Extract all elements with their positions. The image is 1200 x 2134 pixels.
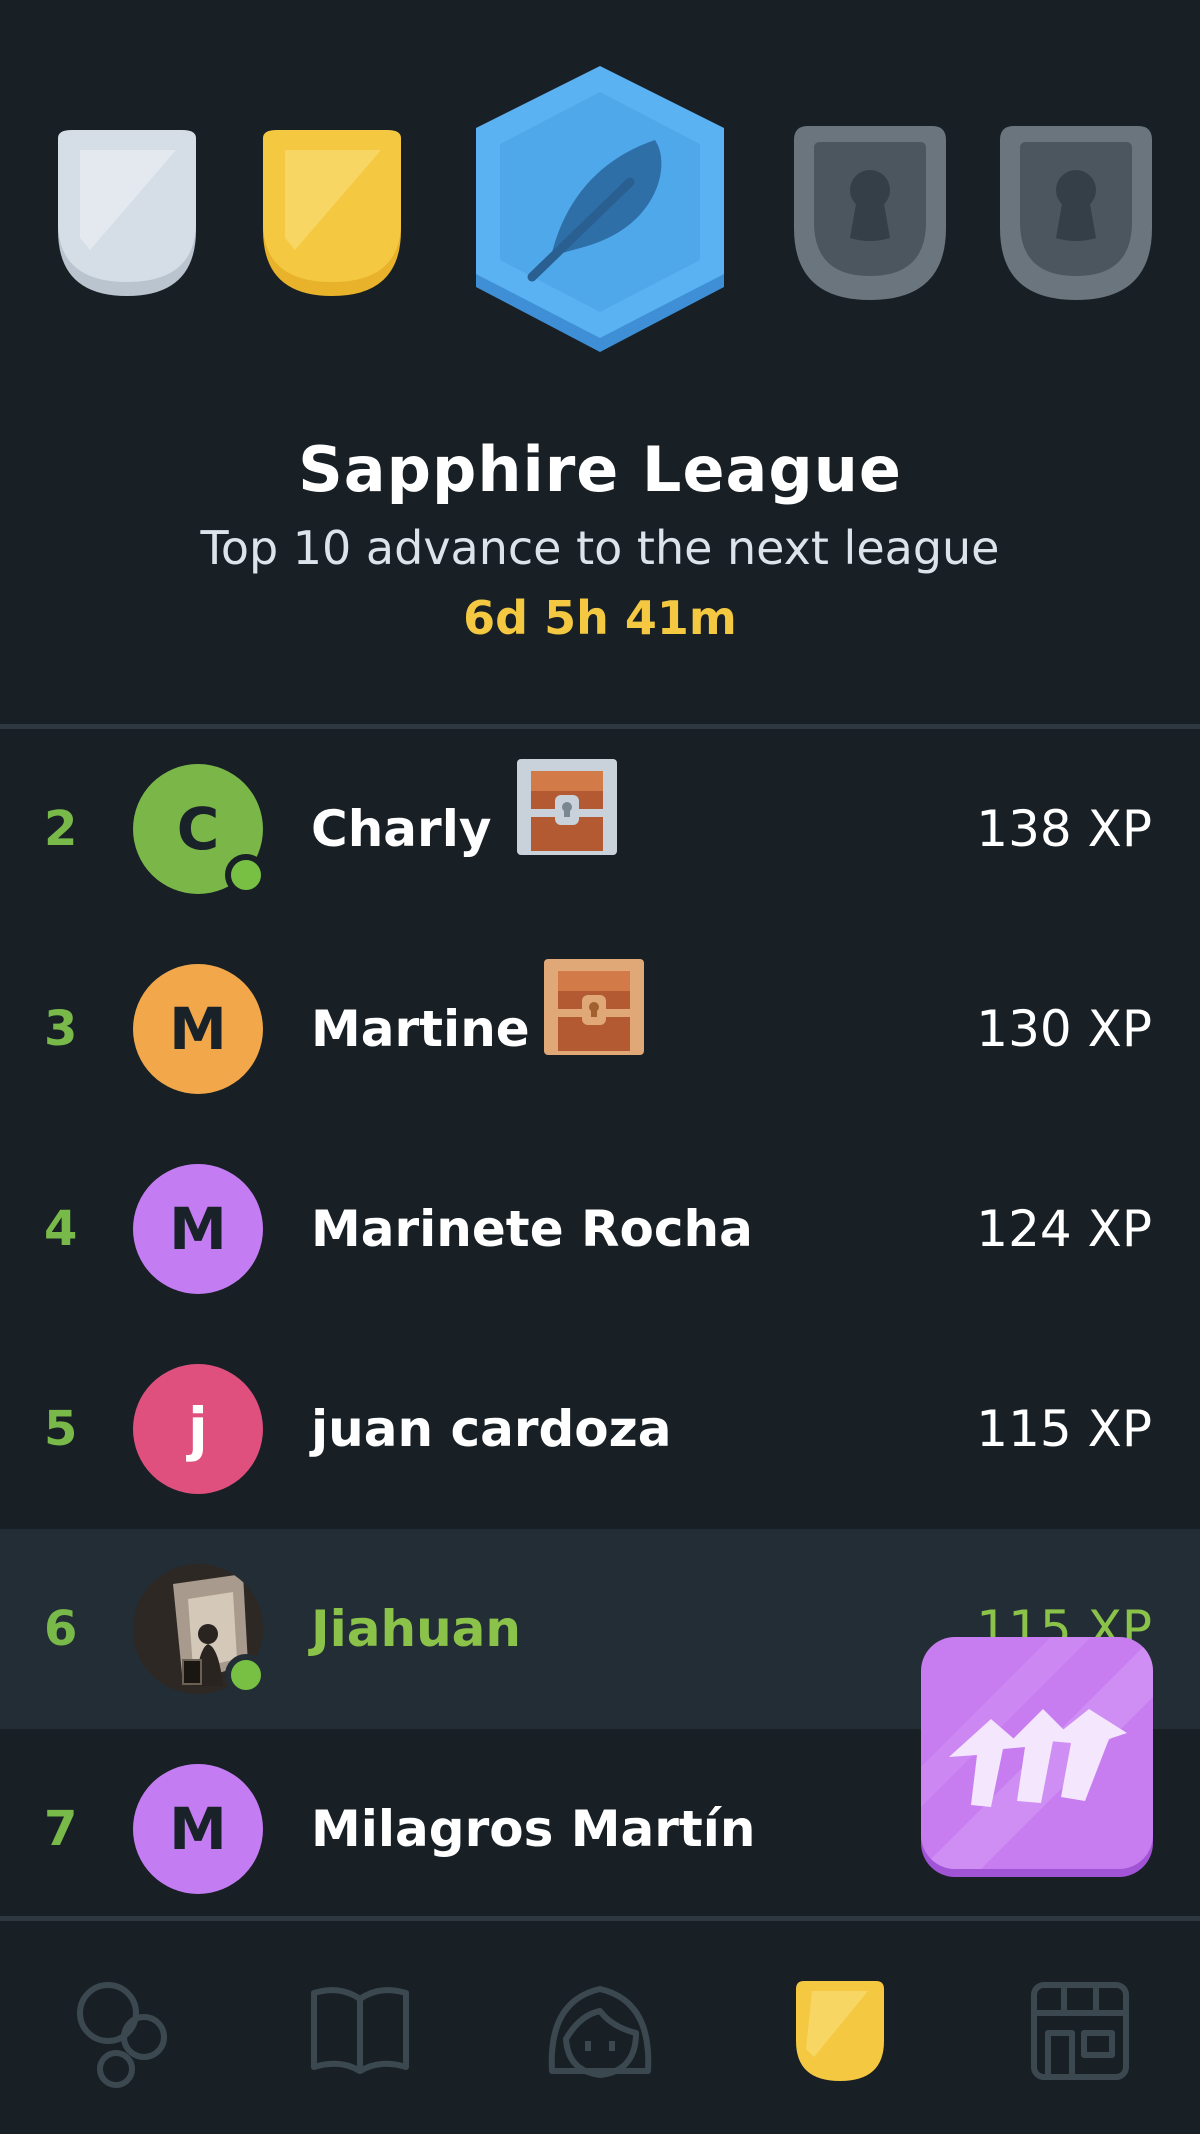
xp-value: 130 XP xyxy=(976,1000,1152,1058)
rank-number: 2 xyxy=(44,801,78,857)
shop-icon xyxy=(1031,1982,1129,2080)
avatar-initial: j xyxy=(188,1395,208,1463)
user-name: juan cardoza xyxy=(311,1400,672,1458)
locked-league-badge[interactable] xyxy=(996,126,1156,302)
league-subtitle: Top 10 advance to the next league xyxy=(200,521,1000,575)
online-indicator xyxy=(225,1654,267,1696)
rank-number: 6 xyxy=(44,1601,78,1657)
user-name: Martine xyxy=(311,1000,530,1058)
tab-practice[interactable] xyxy=(60,1971,180,2091)
league-shield-icon xyxy=(796,1981,884,2081)
avatar[interactable]: M xyxy=(133,964,263,1094)
avatar-initial: C xyxy=(176,795,220,863)
avatar[interactable] xyxy=(133,1564,267,1696)
user-name: Marinete Rocha xyxy=(311,1200,753,1258)
leaderboard-row[interactable]: 2 C Charly 138 XP xyxy=(0,729,1200,929)
leaderboard-row[interactable]: 3 M Martine 130 XP xyxy=(0,929,1200,1129)
user-name: Milagros Martín xyxy=(311,1800,756,1858)
avatar-initial: M xyxy=(169,995,227,1063)
lock-icon xyxy=(850,170,890,241)
promotion-fab-button[interactable] xyxy=(921,1637,1153,1869)
silver-chest-icon xyxy=(517,759,617,855)
practice-circles-icon xyxy=(77,1982,167,2088)
league-badges-row xyxy=(0,0,1200,380)
sapphire-league-badge[interactable] xyxy=(470,62,730,362)
avatar-initial: M xyxy=(169,1195,227,1263)
avatar[interactable]: M xyxy=(133,1164,263,1294)
league-header: Sapphire League Top 10 advance to the ne… xyxy=(0,420,1200,648)
tab-shop[interactable] xyxy=(1020,1971,1140,2091)
xp-value: 138 XP xyxy=(976,800,1152,858)
leaderboard-row[interactable]: 5 j juan cardoza 115 XP xyxy=(0,1329,1200,1529)
profile-face-icon xyxy=(548,1986,652,2078)
league-title: Sapphire League xyxy=(298,433,902,506)
lock-icon xyxy=(1056,170,1096,241)
tab-learn[interactable] xyxy=(300,1971,420,2091)
avatar[interactable]: j xyxy=(133,1364,263,1494)
bottom-tab-bar xyxy=(0,1921,1200,2134)
locked-league-badge[interactable] xyxy=(790,126,950,302)
tab-leagues[interactable] xyxy=(780,1971,900,2091)
bronze-chest-icon xyxy=(544,959,644,1055)
rank-number: 4 xyxy=(44,1201,78,1257)
tab-profile[interactable] xyxy=(540,1971,660,2091)
xp-value: 115 XP xyxy=(976,1400,1152,1458)
promotion-arrows-icon xyxy=(921,1637,1153,1869)
silver-league-badge[interactable] xyxy=(50,130,204,300)
user-name: Charly xyxy=(311,800,492,858)
user-name: Jiahuan xyxy=(311,1600,522,1658)
league-timer: 6d 5h 41m xyxy=(463,591,737,645)
rank-number: 5 xyxy=(44,1401,78,1457)
rank-number: 3 xyxy=(44,1001,78,1057)
avatar-initial: M xyxy=(169,1795,227,1863)
leaderboard-row[interactable]: 4 M Marinete Rocha 124 XP xyxy=(0,1129,1200,1329)
xp-value: 124 XP xyxy=(976,1200,1152,1258)
avatar[interactable]: M xyxy=(133,1764,263,1894)
rank-number: 7 xyxy=(44,1801,78,1857)
book-icon xyxy=(311,1987,409,2074)
online-indicator xyxy=(225,854,267,896)
gold-league-badge[interactable] xyxy=(255,130,409,300)
avatar[interactable]: C xyxy=(133,764,267,896)
